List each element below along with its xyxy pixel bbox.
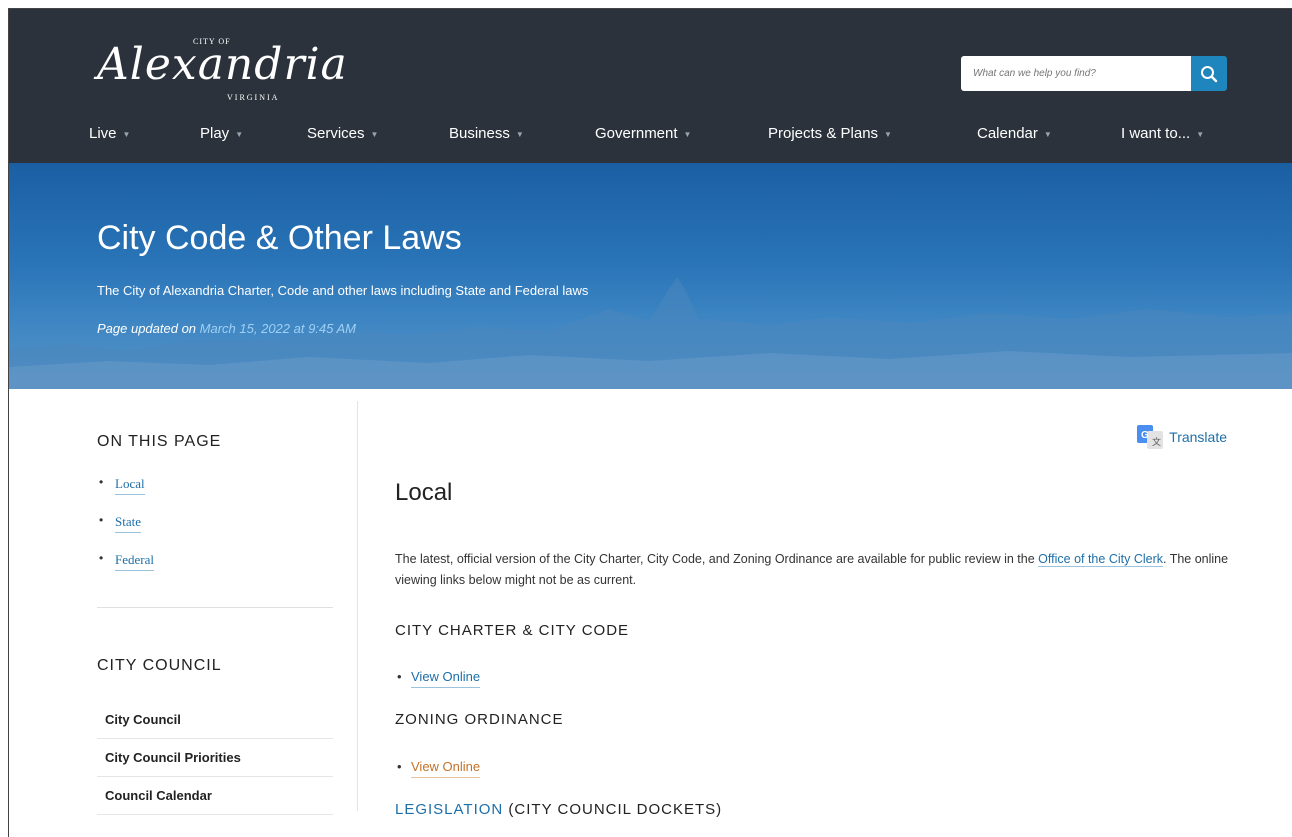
page-frame: CITY OF Alexandria VIRGINIA Live ▼ Play ▼ … bbox=[8, 8, 1292, 837]
updated-date: March 15, 2022 at 9:45 AM bbox=[199, 321, 357, 336]
link-state[interactable]: State bbox=[115, 514, 141, 533]
main-nav: Live ▼ Play ▼ Services ▼ Business ▼ Governme… bbox=[89, 125, 1239, 155]
legislation-heading: LEGISLATION (CITY COUNCIL DOCKETS) bbox=[395, 801, 722, 818]
updated-prefix: Page updated on bbox=[97, 321, 197, 336]
search-bar bbox=[961, 56, 1227, 91]
intro-text: The latest, official version of the City… bbox=[395, 552, 1035, 566]
link-local[interactable]: Local bbox=[115, 476, 145, 495]
nav-item-i-want-to[interactable]: I want to... ▼ bbox=[1121, 125, 1204, 142]
translate-label: Translate bbox=[1169, 429, 1227, 445]
section-title-local: Local bbox=[395, 479, 453, 506]
link-office-city-clerk[interactable]: Office of the City Clerk bbox=[1038, 552, 1163, 567]
intro-paragraph: The latest, official version of the City… bbox=[395, 549, 1231, 591]
search-button[interactable] bbox=[1191, 56, 1227, 91]
nav-label: Calendar bbox=[977, 125, 1038, 142]
nav-label: I want to... bbox=[1121, 125, 1191, 142]
nav-label: Business bbox=[449, 125, 510, 142]
legislation-link[interactable]: LEGISLATION bbox=[395, 801, 503, 818]
main-content: G 文 Translate Local The latest, official… bbox=[395, 389, 1235, 837]
nav-label: Live bbox=[89, 125, 117, 142]
zoning-view-online-link[interactable]: View Online bbox=[411, 759, 481, 778]
on-this-page-heading: ON THIS PAGE bbox=[97, 433, 222, 450]
zoning-heading: ZONING ORDINANCE bbox=[395, 711, 564, 728]
site-header: CITY OF Alexandria VIRGINIA Live ▼ Play ▼ … bbox=[9, 9, 1292, 163]
sidebar-item-city-council-priorities[interactable]: City Council Priorities bbox=[97, 739, 333, 777]
nav-item-play[interactable]: Play ▼ bbox=[200, 125, 243, 142]
caret-down-icon: ▼ bbox=[683, 129, 692, 139]
nav-item-government[interactable]: Government ▼ bbox=[595, 125, 691, 142]
caret-down-icon: ▼ bbox=[1196, 129, 1205, 139]
nav-label: Projects & Plans bbox=[768, 125, 879, 142]
search-input[interactable] bbox=[961, 56, 1191, 91]
nav-label: Government bbox=[595, 125, 678, 142]
legislation-tail: (CITY COUNCIL DOCKETS) bbox=[503, 801, 723, 818]
caret-down-icon: ▼ bbox=[235, 129, 244, 139]
column-divider bbox=[357, 401, 358, 811]
charter-heading: CITY CHARTER & CITY CODE bbox=[395, 622, 630, 639]
page-title: City Code & Other Laws bbox=[97, 219, 462, 257]
translate-button[interactable]: G 文 Translate bbox=[1137, 425, 1227, 449]
list-item: State bbox=[97, 513, 154, 551]
sidebar-item-city-council[interactable]: City Council bbox=[97, 701, 333, 739]
list-item: Local bbox=[97, 475, 154, 513]
logo-name: Alexandria bbox=[97, 39, 348, 90]
nav-item-business[interactable]: Business ▼ bbox=[449, 125, 524, 142]
sidebar-item-council-calendar[interactable]: Council Calendar bbox=[97, 777, 333, 815]
sidebar: ON THIS PAGE Local State Federal CITY CO… bbox=[97, 389, 333, 837]
google-translate-icon: G 文 bbox=[1137, 425, 1164, 449]
charter-view-item: View Online bbox=[395, 669, 481, 688]
page-updated: Page updated on March 15, 2022 at 9:45 A… bbox=[97, 321, 356, 336]
caret-down-icon: ▼ bbox=[1043, 129, 1052, 139]
list-item: Federal bbox=[97, 551, 154, 589]
zoning-view-item: View Online bbox=[395, 759, 481, 778]
nav-label: Play bbox=[200, 125, 230, 142]
hero-banner: City Code & Other Laws The City of Alexa… bbox=[9, 163, 1292, 389]
nav-label: Services bbox=[307, 125, 365, 142]
caret-down-icon: ▼ bbox=[370, 129, 379, 139]
caret-down-icon: ▼ bbox=[515, 129, 524, 139]
nav-item-projects-plans[interactable]: Projects & Plans ▼ bbox=[768, 125, 892, 142]
divider bbox=[97, 607, 333, 608]
caret-down-icon: ▼ bbox=[122, 129, 131, 139]
logo-state: VIRGINIA bbox=[227, 93, 280, 102]
svg-text:文: 文 bbox=[1152, 436, 1161, 447]
link-federal[interactable]: Federal bbox=[115, 552, 154, 571]
caret-down-icon: ▼ bbox=[884, 129, 892, 139]
nav-item-live[interactable]: Live ▼ bbox=[89, 125, 130, 142]
city-council-heading: CITY COUNCIL bbox=[97, 657, 222, 674]
nav-item-calendar[interactable]: Calendar ▼ bbox=[977, 125, 1052, 142]
search-icon bbox=[1201, 65, 1218, 82]
nav-item-services[interactable]: Services ▼ bbox=[307, 125, 378, 142]
page-subtitle: The City of Alexandria Charter, Code and… bbox=[97, 283, 589, 298]
city-logo[interactable]: CITY OF Alexandria VIRGINIA bbox=[97, 31, 347, 102]
svg-text:G: G bbox=[1141, 430, 1149, 441]
charter-view-online-link[interactable]: View Online bbox=[411, 669, 481, 688]
on-this-page-list: Local State Federal bbox=[97, 475, 154, 589]
